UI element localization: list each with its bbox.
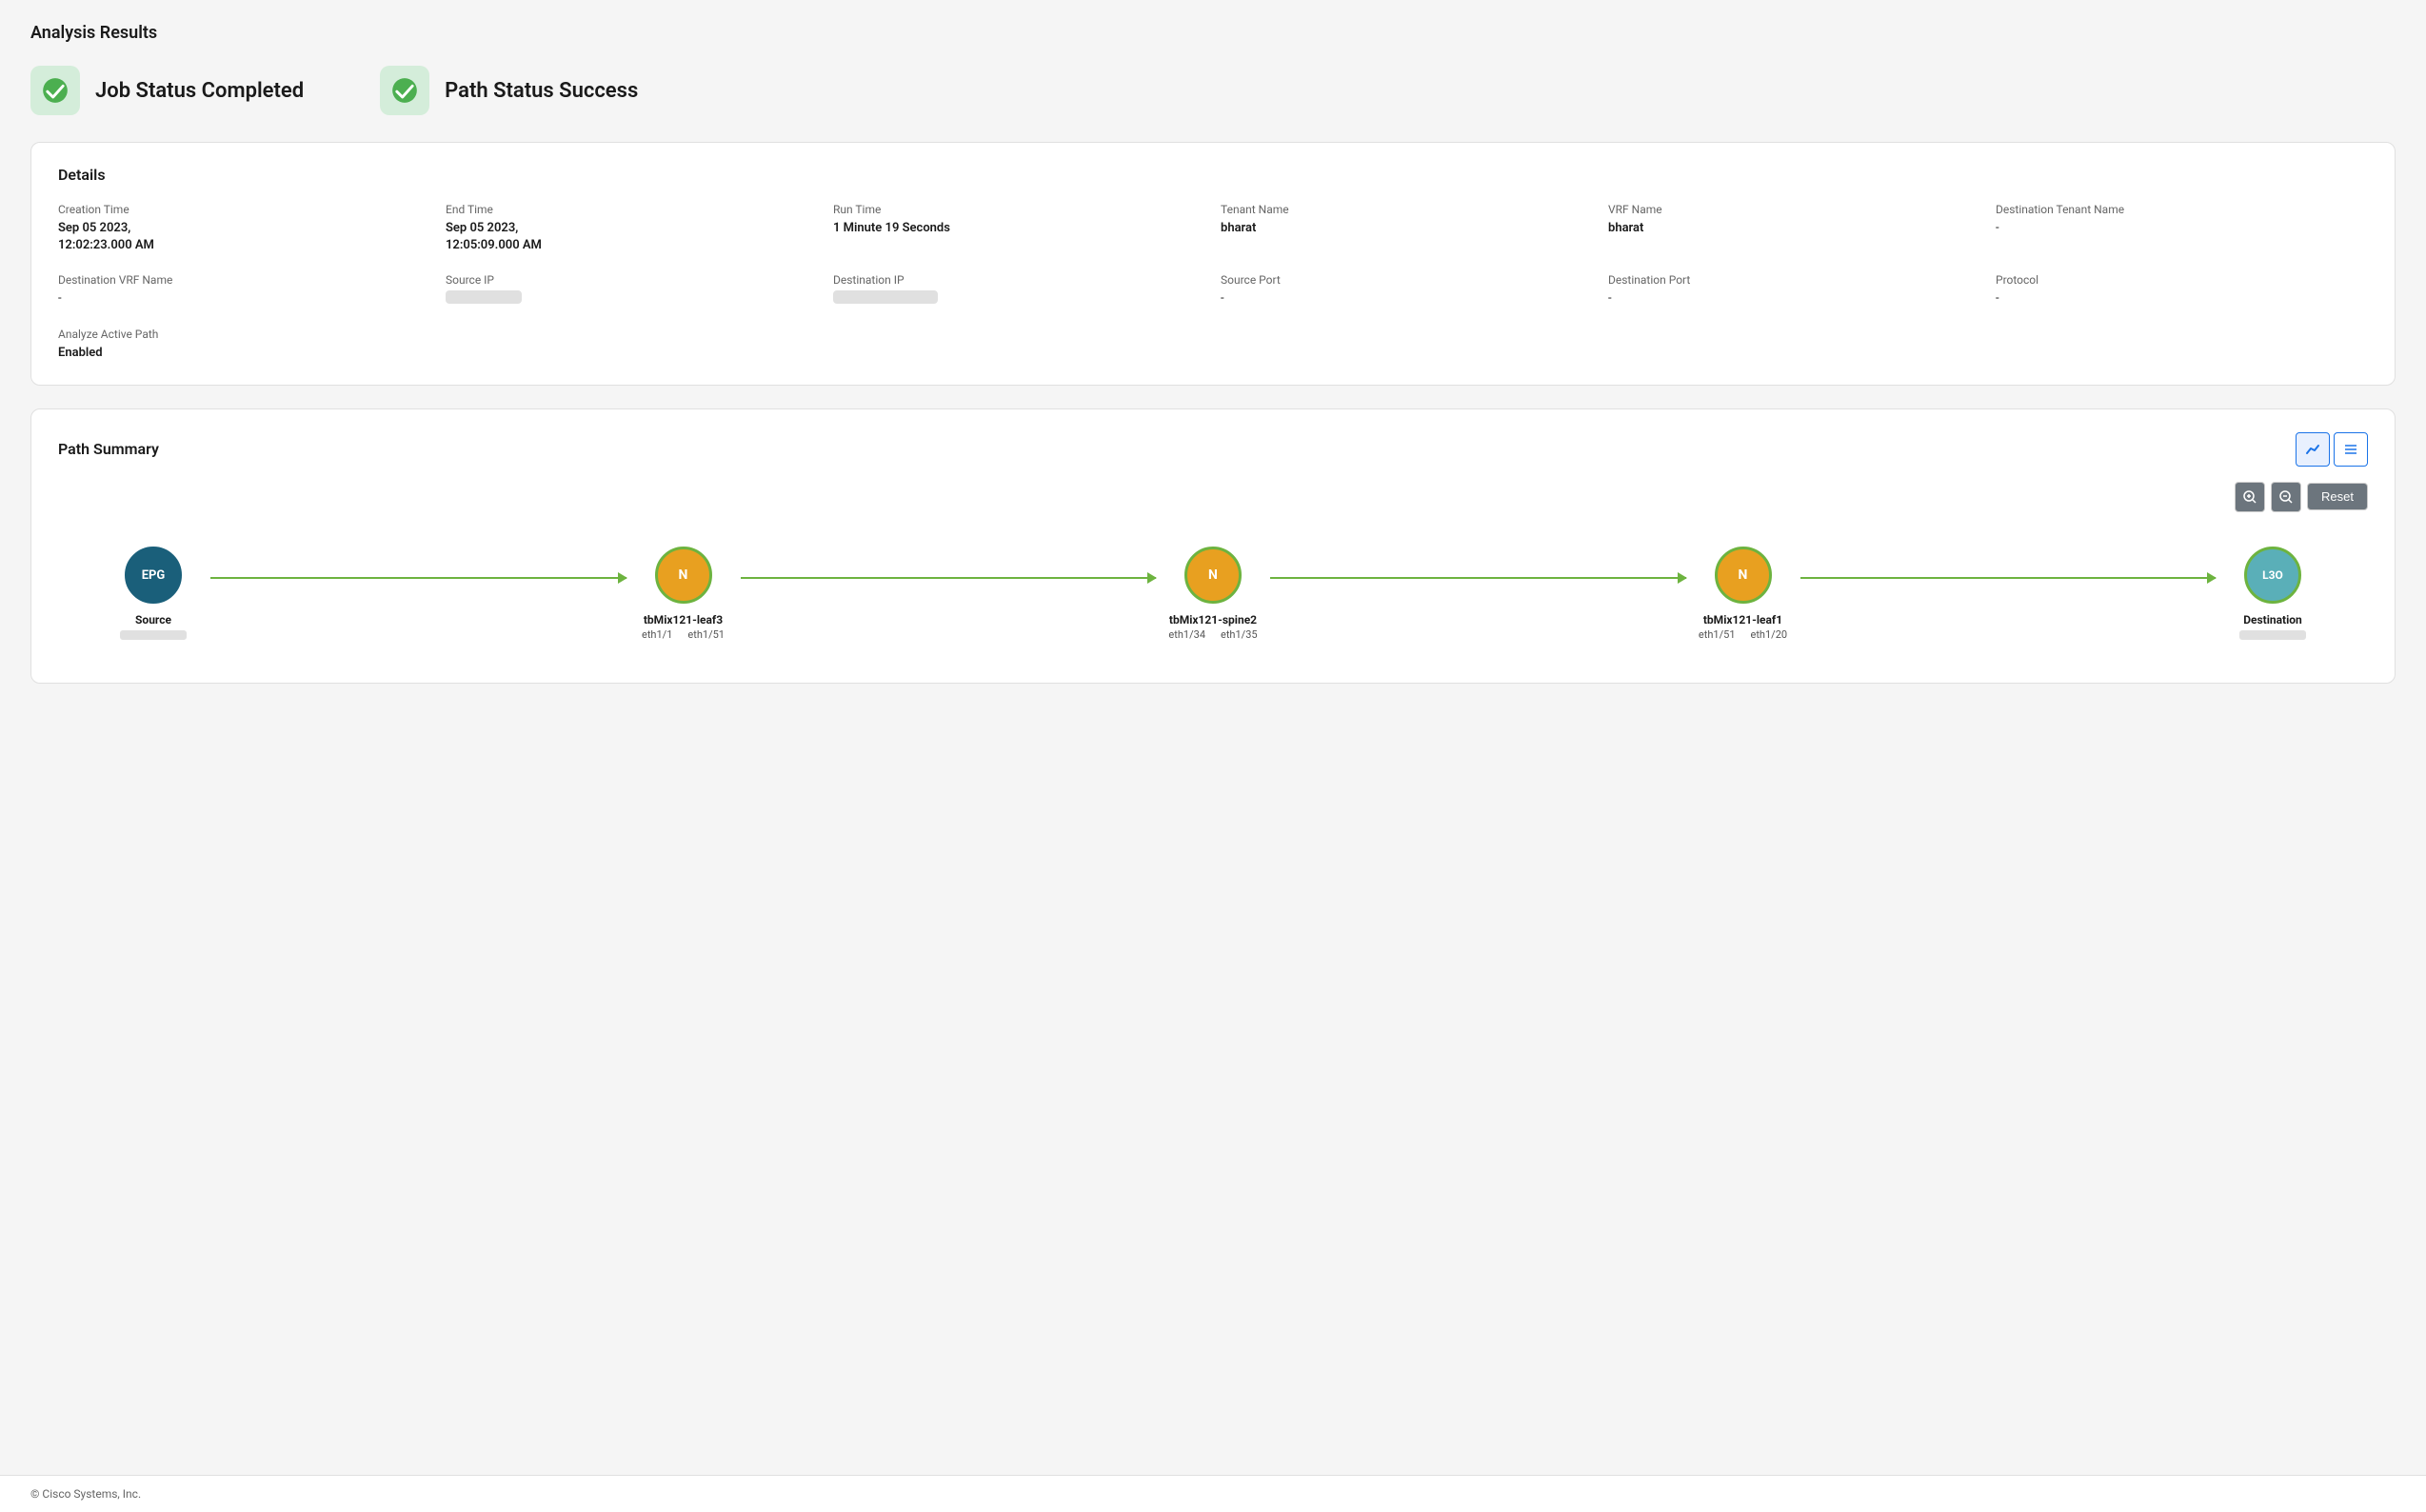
spine2-circle: N <box>1184 547 1242 604</box>
node-spine2-label: tbMix121-spine2 <box>1169 613 1257 627</box>
zoom-in-button[interactable] <box>2235 482 2265 512</box>
details-grid-row3: Analyze Active Path Enabled <box>58 328 2368 362</box>
arrow-3 <box>1270 577 1686 579</box>
node-spine2: N tbMix121-spine2 eth1/34 eth1/35 <box>1156 547 1270 641</box>
field-dest-vrf-name: Destination VRF Name - <box>58 273 430 308</box>
graph-icon <box>2305 442 2320 457</box>
list-view-button[interactable] <box>2334 432 2368 467</box>
field-vrf-name: VRF Name bharat <box>1608 203 1980 254</box>
details-grid-row2: Destination VRF Name - Source IP Destina… <box>58 273 2368 308</box>
node-leaf3-label: tbMix121-leaf3 <box>644 613 723 627</box>
leaf1-circle: N <box>1715 547 1772 604</box>
footer-text: © Cisco Systems, Inc. <box>30 1487 141 1501</box>
node-destination-label: Destination <box>2243 613 2302 627</box>
path-status-item: Path Status Success <box>380 66 638 115</box>
field-analyze-active-path: Analyze Active Path Enabled <box>58 328 2368 362</box>
node-leaf3: N tbMix121-leaf3 eth1/1 eth1/51 <box>626 547 741 641</box>
destination-redacted <box>2239 630 2306 640</box>
field-source-ip: Source IP <box>446 273 818 308</box>
view-toggle <box>2296 432 2368 467</box>
path-status-icon <box>380 66 429 115</box>
node-source: EPG Source <box>96 547 210 640</box>
arrow-line-2 <box>741 577 1157 579</box>
page-title: Analysis Results <box>30 23 2396 43</box>
arrow-line-3 <box>1270 577 1686 579</box>
field-creation-time: Creation Time Sep 05 2023,12:02:23.000 A… <box>58 203 430 254</box>
node-leaf1: N tbMix121-leaf1 eth1/51 eth1/20 <box>1686 547 1800 641</box>
graph-view-button[interactable] <box>2296 432 2330 467</box>
arrow-line-4 <box>1800 577 2217 579</box>
node-leaf1-label: tbMix121-leaf1 <box>1703 613 1782 627</box>
details-grid-row1: Creation Time Sep 05 2023,12:02:23.000 A… <box>58 203 2368 254</box>
path-check-icon <box>391 77 418 104</box>
zoom-out-button[interactable] <box>2271 482 2301 512</box>
list-icon <box>2343 442 2358 457</box>
l3o-circle: L3O <box>2244 547 2301 604</box>
job-status-label: Job Status Completed <box>95 79 304 103</box>
source-ip-redacted <box>446 290 522 304</box>
epg-circle: EPG <box>125 547 182 604</box>
dest-ip-redacted <box>833 290 938 304</box>
field-dest-tenant-name: Destination Tenant Name - <box>1996 203 2368 254</box>
node-spine2-ports: eth1/34 eth1/35 <box>1168 628 1257 641</box>
arrow-4 <box>1800 577 2217 579</box>
arrow-line-1 <box>210 577 626 579</box>
status-row: Job Status Completed Path Status Success <box>30 66 2396 115</box>
zoom-controls: Reset <box>58 482 2368 512</box>
zoom-in-icon <box>2243 490 2257 504</box>
source-redacted <box>120 630 187 640</box>
field-dest-ip: Destination IP <box>833 273 1205 308</box>
node-leaf3-ports: eth1/1 eth1/51 <box>642 628 725 641</box>
details-card: Details Creation Time Sep 05 2023,12:02:… <box>30 142 2396 386</box>
reset-button[interactable]: Reset <box>2307 483 2368 510</box>
path-summary-title: Path Summary <box>58 440 159 458</box>
field-run-time: Run Time 1 Minute 19 Seconds <box>833 203 1205 254</box>
job-status-item: Job Status Completed <box>30 66 304 115</box>
zoom-out-icon <box>2279 490 2293 504</box>
arrow-2 <box>741 577 1157 579</box>
job-check-icon <box>42 77 69 104</box>
node-destination: L3O Destination <box>2216 547 2330 640</box>
field-dest-port: Destination Port - <box>1608 273 1980 308</box>
path-summary-section: Path Summary <box>30 408 2396 684</box>
arrow-1 <box>210 577 626 579</box>
path-status-label: Path Status Success <box>445 79 638 103</box>
job-status-icon <box>30 66 80 115</box>
path-summary-header: Path Summary <box>58 432 2368 467</box>
footer: © Cisco Systems, Inc. <box>0 1475 2426 1512</box>
field-source-port: Source Port - <box>1221 273 1593 308</box>
leaf3-circle: N <box>655 547 712 604</box>
path-diagram: EPG Source N tbMix121-leaf3 eth1/1 eth1/… <box>58 527 2368 660</box>
field-protocol: Protocol - <box>1996 273 2368 308</box>
details-title: Details <box>58 166 2368 184</box>
node-source-label: Source <box>135 613 171 627</box>
field-tenant-name: Tenant Name bharat <box>1221 203 1593 254</box>
node-leaf1-ports: eth1/51 eth1/20 <box>1699 628 1787 641</box>
field-end-time: End Time Sep 05 2023,12:05:09.000 AM <box>446 203 818 254</box>
